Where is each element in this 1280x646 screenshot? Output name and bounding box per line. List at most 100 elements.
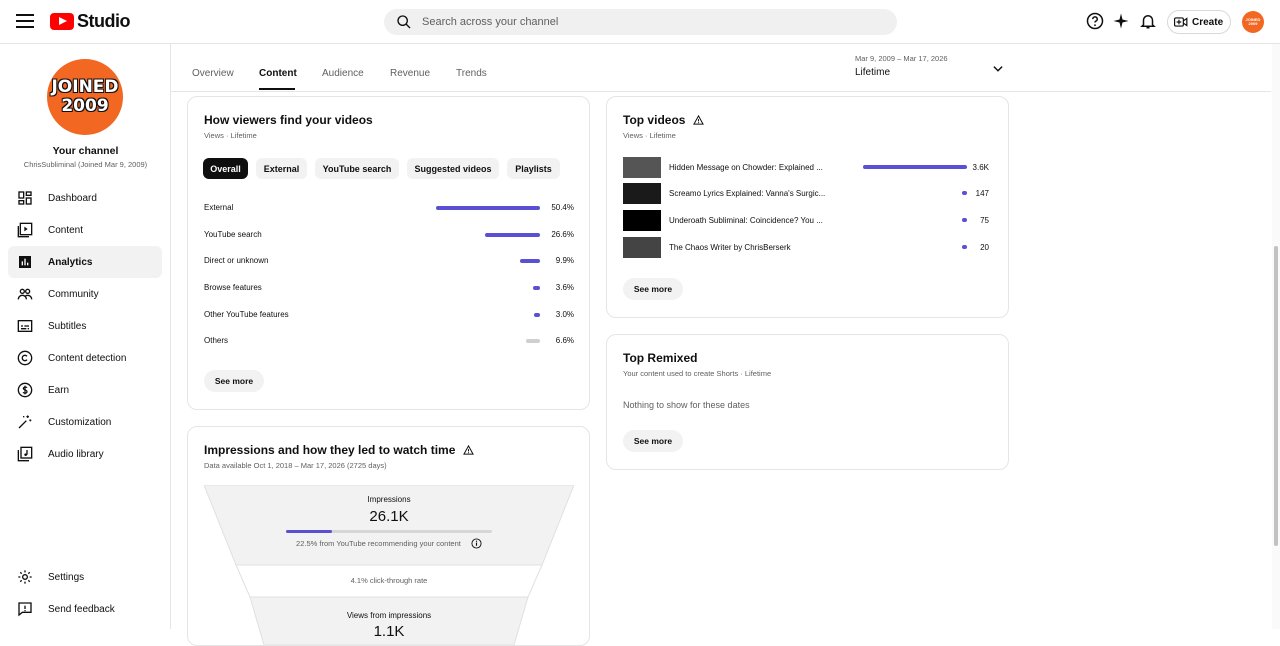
traffic-source-label: Direct or unknown: [204, 256, 269, 265]
scrollbar-thumb[interactable]: [1274, 246, 1278, 546]
sidebar-item-label: Customization: [48, 416, 112, 428]
traffic-source-row: YouTube search 26.6%: [204, 228, 574, 242]
sidebar-item-dashboard[interactable]: Dashboard: [8, 182, 162, 214]
chip-external[interactable]: External: [256, 158, 307, 179]
traffic-source-value: 3.6%: [555, 283, 574, 292]
traffic-source-value: 3.0%: [555, 310, 574, 319]
card-title: Impressions and how they led to watch ti…: [204, 443, 475, 457]
sidebar-item-send-feedback[interactable]: Send feedback: [8, 593, 162, 625]
bell-icon[interactable]: [1139, 12, 1157, 30]
channel-avatar[interactable]: JOINED 2009: [47, 59, 123, 135]
content-icon: [17, 222, 33, 238]
tab-content[interactable]: Content: [259, 68, 297, 79]
video-views-value: 75: [980, 216, 989, 225]
video-title[interactable]: The Chaos Writer by ChrisBerserk: [669, 243, 839, 252]
sidebar: JOINED 2009 Your channel ChrisSubliminal…: [0, 44, 171, 629]
chip-suggested-videos[interactable]: Suggested videos: [407, 158, 499, 179]
traffic-source-row: Direct or unknown 9.9%: [204, 254, 574, 268]
sidebar-item-label: Content detection: [48, 352, 127, 364]
sidebar-item-analytics[interactable]: Analytics: [8, 246, 162, 278]
top-video-row[interactable]: The Chaos Writer by ChrisBerserk 20: [623, 237, 989, 259]
impressions-card: Impressions and how they led to watch ti…: [187, 426, 590, 646]
video-title[interactable]: Underoath Subliminal: Coincidence? You .…: [669, 216, 839, 225]
create-button[interactable]: Create: [1167, 10, 1231, 34]
dashboard-icon: [18, 191, 32, 205]
sidebar-item-subtitles[interactable]: Subtitles: [8, 310, 162, 342]
warning-icon[interactable]: [693, 115, 705, 125]
tab-revenue[interactable]: Revenue: [390, 68, 430, 79]
chip-overall[interactable]: Overall: [203, 158, 248, 179]
traffic-source-value: 6.6%: [555, 336, 574, 345]
chip-youtube-search[interactable]: YouTube search: [315, 158, 399, 179]
studio-logo[interactable]: Studio: [50, 11, 131, 31]
analytics-tabs: Overview Content Audience Revenue Trends…: [171, 44, 1271, 92]
sidebar-item-earn[interactable]: Earn: [8, 374, 162, 406]
card-title: Top videos: [623, 113, 705, 127]
sidebar-item-audio-library[interactable]: Audio library: [8, 438, 162, 470]
card-title: Top Remixed: [623, 351, 698, 365]
tab-audience[interactable]: Audience: [322, 68, 364, 79]
top-video-row[interactable]: Screamo Lyrics Explained: Vanna's Surgic…: [623, 183, 989, 205]
sidebar-item-settings[interactable]: Settings: [8, 561, 162, 593]
tab-active-indicator: [259, 88, 295, 90]
sidebar-item-community[interactable]: Community: [8, 278, 162, 310]
top-video-row[interactable]: Underoath Subliminal: Coincidence? You .…: [623, 210, 989, 232]
traffic-source-bar: [436, 206, 540, 210]
video-views-bar: [962, 218, 967, 222]
video-title[interactable]: Screamo Lyrics Explained: Vanna's Surgic…: [669, 189, 839, 198]
traffic-source-value: 9.9%: [555, 256, 574, 265]
sidebar-nav: Dashboard Content Analytics Community Su…: [8, 182, 162, 470]
card-subtitle: Views · Lifetime: [204, 131, 257, 140]
sidebar-item-label: Earn: [48, 384, 70, 396]
date-range-picker[interactable]: Mar 9, 2009 – Mar 17, 2026 Lifetime: [855, 54, 948, 78]
video-title[interactable]: Hidden Message on Chowder: Explained ...: [669, 163, 839, 172]
top-video-row[interactable]: Hidden Message on Chowder: Explained ...…: [623, 157, 989, 179]
search-icon[interactable]: [396, 14, 412, 30]
sidebar-item-label: Content: [48, 224, 84, 236]
magic-wand-icon: [18, 415, 32, 429]
top-bar: Studio Create JOINED 2009: [0, 0, 1280, 44]
community-icon: [17, 288, 33, 300]
add-video-icon: [1174, 17, 1188, 27]
tab-trends[interactable]: Trends: [456, 68, 487, 79]
ctr-text: 4.1% click-through rate: [350, 576, 428, 585]
account-avatar[interactable]: JOINED 2009: [1242, 11, 1264, 33]
see-more-button[interactable]: See more: [623, 430, 683, 452]
video-views-bar: [962, 245, 967, 249]
video-views-value: 20: [980, 243, 989, 252]
impressions-value: 26.1K: [369, 508, 409, 525]
video-views-bar: [962, 191, 967, 195]
video-thumbnail[interactable]: [623, 157, 661, 178]
sparkle-icon[interactable]: [1112, 12, 1130, 30]
video-views-value: 3.6K: [972, 163, 989, 172]
warning-icon[interactable]: [463, 445, 475, 455]
sidebar-item-label: Send feedback: [48, 603, 115, 615]
subtitles-icon: [17, 320, 33, 332]
traffic-source-row: Other YouTube features 3.0%: [204, 308, 574, 322]
search-bar[interactable]: [384, 9, 897, 35]
video-thumbnail[interactable]: [623, 210, 661, 231]
sidebar-item-customization[interactable]: Customization: [8, 406, 162, 438]
top-videos-card: Top videos Views · Lifetime Hidden Messa…: [606, 96, 1009, 318]
chevron-down-icon[interactable]: [991, 62, 1005, 76]
see-more-button[interactable]: See more: [623, 278, 683, 300]
video-thumbnail[interactable]: [623, 183, 661, 204]
sidebar-item-label: Community: [48, 288, 99, 300]
see-more-button[interactable]: See more: [204, 370, 264, 392]
sidebar-item-content[interactable]: Content: [8, 214, 162, 246]
card-subtitle: Data available Oct 1, 2018 – Mar 17, 202…: [204, 461, 387, 470]
video-thumbnail[interactable]: [623, 237, 661, 258]
scrollbar-track[interactable]: [1272, 44, 1280, 629]
empty-state-text: Nothing to show for these dates: [623, 400, 750, 410]
menu-icon[interactable]: [16, 14, 34, 28]
help-icon[interactable]: [1086, 12, 1104, 30]
info-icon[interactable]: [471, 538, 482, 549]
views-impressions-label: Views from impressions: [346, 611, 432, 620]
copyright-icon: [17, 350, 33, 366]
tab-overview[interactable]: Overview: [192, 68, 234, 79]
search-input[interactable]: [422, 16, 862, 28]
chip-playlists[interactable]: Playlists: [507, 158, 560, 179]
traffic-source-bar: [526, 339, 540, 343]
gear-icon: [18, 570, 32, 584]
sidebar-item-content-detection[interactable]: Content detection: [8, 342, 162, 374]
